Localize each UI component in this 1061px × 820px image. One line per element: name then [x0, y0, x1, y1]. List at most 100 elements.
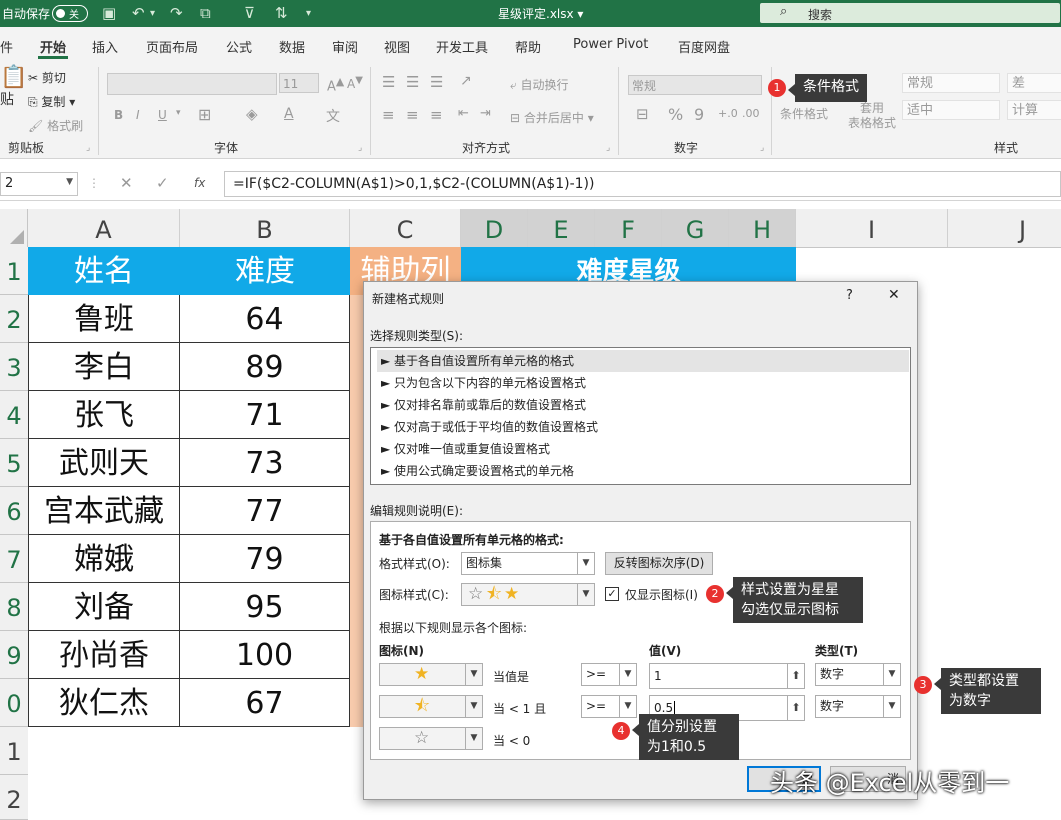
difficulty-cell[interactable]: 64 — [180, 295, 350, 343]
conditional-format-sub-label[interactable]: 条件格式 — [780, 105, 828, 122]
header-cell-difficulty[interactable]: 难度 — [180, 247, 350, 295]
difficulty-cell[interactable]: 100 — [180, 631, 350, 679]
alignment-launcher-icon[interactable]: ⌟ — [606, 143, 610, 153]
align-middle-icon[interactable]: ☰ — [406, 73, 419, 91]
font-name-combo[interactable] — [107, 73, 277, 95]
rule-1-type-combo[interactable]: 数字 ▼ — [815, 663, 901, 686]
tab-formulas[interactable]: 公式 — [226, 37, 252, 56]
style-calculation[interactable]: 计算 — [1007, 100, 1061, 120]
wrap-text-button[interactable]: ⤶ 自动换行 — [510, 76, 569, 93]
style-normal[interactable]: 常规 — [902, 73, 1000, 93]
name-cell[interactable]: 李白 — [28, 343, 180, 391]
header-cell-name[interactable]: 姓名 — [28, 247, 180, 295]
tab-view[interactable]: 视图 — [384, 37, 410, 56]
row-header-10[interactable]: 0 — [0, 679, 28, 727]
name-cell[interactable]: 孙尚香 — [28, 631, 180, 679]
align-right-icon[interactable]: ≡ — [430, 106, 443, 124]
format-painter-button[interactable]: 🖌 格式刷 — [28, 117, 83, 134]
rule-2-icon-combo[interactable]: ⯪ ▼ — [379, 695, 483, 718]
rule-type-item[interactable]: ► 使用公式确定要设置格式的单元格 — [377, 460, 909, 482]
phonetic-icon[interactable]: 文 — [326, 106, 340, 126]
percent-button[interactable]: % — [668, 105, 683, 124]
fill-color-icon[interactable]: ◈ — [246, 105, 258, 123]
tab-developer[interactable]: 开发工具 — [436, 37, 488, 56]
bold-button[interactable]: B — [114, 108, 123, 122]
close-button[interactable]: ✕ — [888, 287, 900, 303]
difficulty-cell[interactable]: 71 — [180, 391, 350, 439]
row-header-9[interactable]: 9 — [0, 631, 28, 679]
column-header-c[interactable]: C — [350, 209, 461, 247]
row-header-4[interactable]: 4 — [0, 391, 28, 439]
column-header-f[interactable]: F — [595, 209, 662, 247]
save-icon[interactable]: ▣ — [102, 4, 116, 22]
rule-type-item[interactable]: ► 仅对唯一值或重复值设置格式 — [377, 438, 909, 460]
name-cell[interactable]: 刘备 — [28, 583, 180, 631]
tab-power-pivot[interactable]: Power Pivot — [573, 37, 648, 52]
align-top-icon[interactable]: ☰ — [382, 73, 395, 91]
tab-help[interactable]: 帮助 — [515, 37, 541, 56]
shapes-icon[interactable]: ⧉ — [200, 4, 211, 22]
undo-icon[interactable]: ↶ — [132, 4, 145, 22]
name-cell[interactable]: 宫本武藏 — [28, 487, 180, 535]
row-header-11[interactable]: 1 — [0, 727, 28, 775]
align-bottom-icon[interactable]: ☰ — [430, 73, 443, 91]
align-left-icon[interactable]: ≡ — [382, 106, 395, 124]
rule-type-item[interactable]: ► 仅对高于或低于平均值的数值设置格式 — [377, 416, 909, 438]
difficulty-cell[interactable]: 89 — [180, 343, 350, 391]
style-neutral[interactable]: 适中 — [902, 100, 1000, 120]
tab-baidu-netdisk[interactable]: 百度网盘 — [678, 37, 730, 56]
rule-type-item[interactable]: ► 只为包含以下内容的单元格设置格式 — [377, 372, 909, 394]
show-icon-only-checkbox[interactable]: ✓ — [605, 587, 619, 601]
number-launcher-icon[interactable]: ⌟ — [760, 143, 764, 153]
table-format-button[interactable]: 套用 表格格式 — [848, 101, 896, 131]
italic-button[interactable]: I — [136, 108, 140, 122]
row-header-7[interactable]: 7 — [0, 535, 28, 583]
difficulty-cell[interactable]: 67 — [180, 679, 350, 727]
insert-function-button[interactable]: fx — [194, 176, 205, 190]
row-header-3[interactable]: 3 — [0, 343, 28, 391]
style-bad[interactable]: 差 — [1007, 73, 1061, 93]
name-cell[interactable]: 嫦娥 — [28, 535, 180, 583]
sort-icon[interactable]: ⇅ — [275, 4, 288, 22]
column-header-i[interactable]: I — [796, 209, 948, 247]
underline-dropdown-icon[interactable]: ▾ — [176, 108, 181, 118]
format-style-combo[interactable]: 图标集 ▼ — [461, 552, 595, 575]
select-all-corner[interactable] — [0, 209, 28, 247]
rule-3-icon-combo[interactable]: ☆ ▼ — [379, 727, 483, 750]
name-cell[interactable]: 武则天 — [28, 439, 180, 487]
column-header-h[interactable]: H — [729, 209, 796, 247]
search-box[interactable]: ⌕ 搜索 — [760, 3, 1060, 23]
increase-indent-icon[interactable]: ⇥ — [480, 106, 491, 121]
align-center-icon[interactable]: ≡ — [406, 106, 419, 124]
tab-data[interactable]: 数据 — [279, 37, 305, 56]
paste-icon[interactable]: 📋 — [0, 65, 27, 90]
column-header-b[interactable]: B — [180, 209, 350, 247]
rule-1-icon-combo[interactable]: ★ ▼ — [379, 663, 483, 686]
column-header-g[interactable]: G — [662, 209, 729, 247]
undo-dropdown-icon[interactable]: ▾ — [150, 8, 155, 19]
tab-review[interactable]: 审阅 — [332, 37, 358, 56]
underline-button[interactable]: U — [158, 108, 167, 122]
merge-center-button[interactable]: ⊟ 合并后居中 ▾ — [510, 109, 594, 126]
tab-home[interactable]: 开始 — [40, 37, 66, 56]
row-header-6[interactable]: 6 — [0, 487, 28, 535]
row-header-8[interactable]: 8 — [0, 583, 28, 631]
difficulty-cell[interactable]: 95 — [180, 583, 350, 631]
rule-2-type-combo[interactable]: 数字 ▼ — [815, 695, 901, 718]
accounting-format-icon[interactable]: ⊟ — [636, 105, 649, 123]
icon-style-combo[interactable]: ☆ ⯪ ★ ▼ — [461, 583, 595, 606]
comma-style-button[interactable]: 9 — [694, 105, 704, 124]
tab-page-layout[interactable]: 页面布局 — [146, 37, 198, 56]
copy-button[interactable]: ⎘ 复制 ▾ — [28, 93, 75, 110]
increase-decimal-icon[interactable]: +.0 — [718, 107, 738, 120]
enter-icon[interactable]: ✓ — [156, 174, 169, 192]
clipboard-launcher-icon[interactable]: ⌟ — [86, 143, 90, 153]
customize-qat-icon[interactable]: ▾ — [306, 8, 311, 19]
paste-button[interactable]: 贴 — [0, 89, 14, 109]
autosave-toggle[interactable]: 关 — [52, 5, 88, 22]
rule-2-operator-combo[interactable]: >= ▼ — [581, 695, 637, 718]
name-box[interactable]: 2 ▼ — [0, 172, 78, 196]
grow-font-icon[interactable]: A▲ — [327, 75, 344, 94]
decrease-decimal-icon[interactable]: .00 — [742, 107, 760, 120]
formula-input[interactable]: =IF($C2-COLUMN(A$1)>0,1,$C2-(COLUMN(A$1)… — [224, 171, 1061, 197]
